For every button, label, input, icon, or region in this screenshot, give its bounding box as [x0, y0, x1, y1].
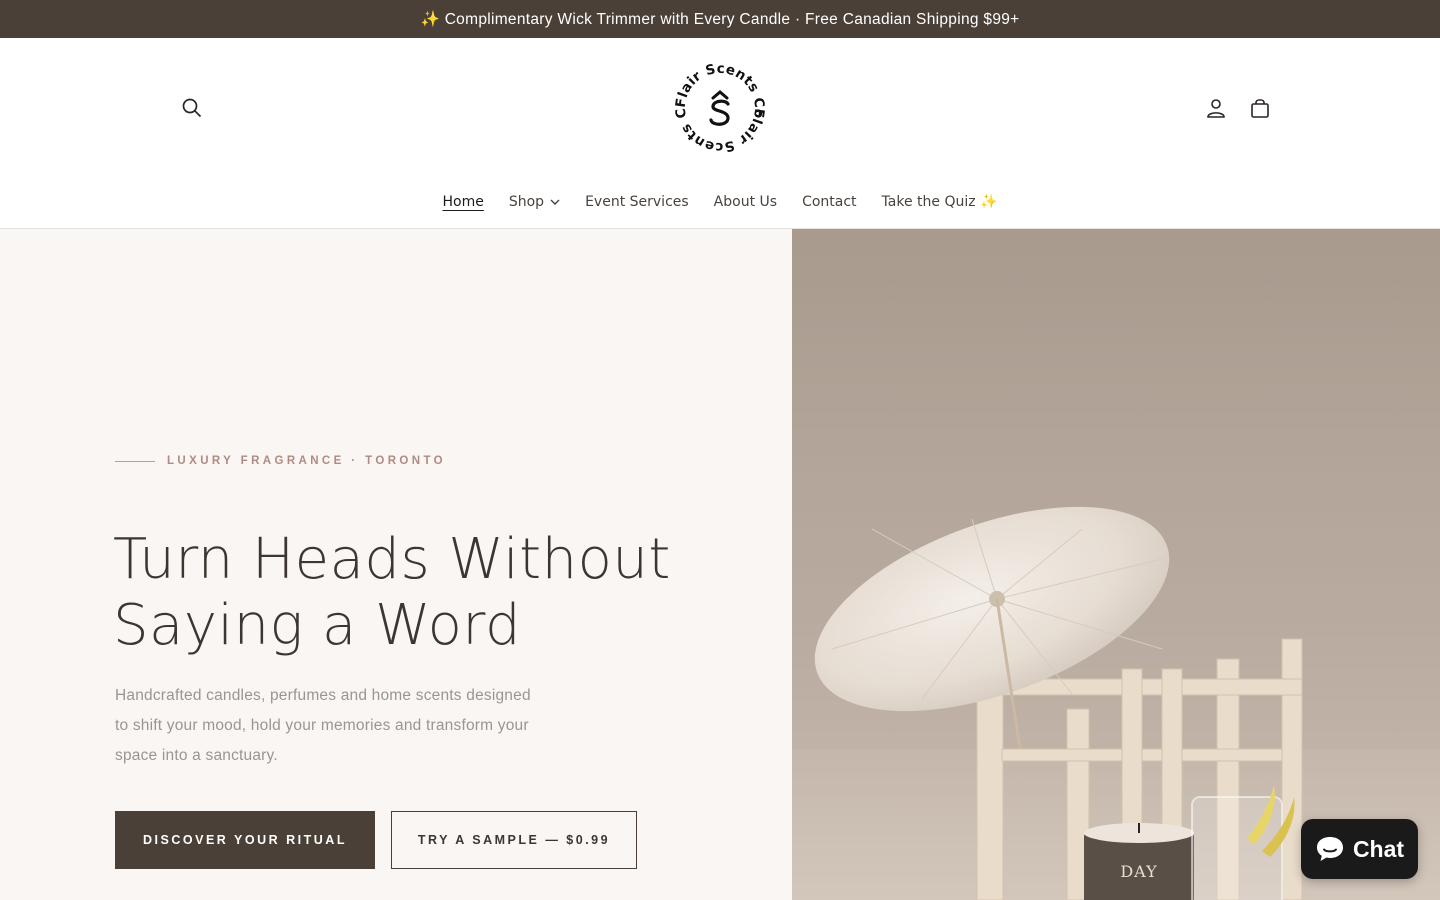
candle-label: DAY — [1120, 862, 1157, 881]
discover-ritual-button[interactable]: DISCOVER YOUR RITUAL — [115, 811, 375, 869]
try-sample-button[interactable]: TRY A SAMPLE — $0.99 — [391, 811, 637, 869]
nav-item-event-services[interactable]: Event Services — [573, 194, 702, 210]
hero-text-panel: LUXURY FRAGRANCE · TORONTO Turn Heads Wi… — [0, 229, 792, 900]
candle-jar: DAY — [1084, 823, 1194, 900]
nav-label-shop: Shop — [508, 194, 545, 210]
hero-image: DAY — [792, 229, 1440, 900]
nav-label-event-services: Event Services — [585, 194, 689, 210]
nav-label-about-us: About Us — [713, 194, 778, 210]
hero-photo-illustration: DAY — [792, 506, 1440, 900]
account-icon — [1207, 99, 1225, 118]
brand-logo[interactable]: Flair Scents Co Flair Scents Co — [665, 46, 770, 158]
nav-label-home: Home — [442, 194, 484, 210]
logo-emblem: Flair Scents Co Flair Scents Co — [665, 46, 767, 155]
cart-button[interactable] — [1242, 90, 1278, 126]
site-header: Flair Scents Co Flair Scents Co Home Sho… — [0, 38, 1440, 229]
hero-title-line-1: Turn Heads Without — [113, 527, 671, 592]
search-button[interactable] — [174, 90, 210, 126]
chat-label: Chat — [1352, 835, 1405, 862]
nav-item-contact[interactable]: Contact — [790, 194, 869, 210]
chat-bubble-icon — [1315, 835, 1345, 863]
hero-title-line-2: Saying a Word — [113, 593, 522, 658]
cart-icon — [1251, 99, 1269, 118]
nav-label-quiz: Take the Quiz ✨ — [881, 194, 998, 210]
hero-title: Turn Heads Without Saying a Word — [113, 527, 753, 659]
chevron-down-icon — [550, 199, 560, 206]
announcement-text: ✨ Complimentary Wick Trimmer with Every … — [420, 10, 1020, 28]
eyebrow-line — [115, 460, 155, 462]
hero-subtitle: Handcrafted candles, perfumes and home s… — [115, 687, 531, 764]
chat-button[interactable]: Chat — [1301, 819, 1418, 879]
nav-item-shop[interactable]: Shop — [496, 194, 572, 210]
announcement-bar: ✨ Complimentary Wick Trimmer with Every … — [0, 0, 1440, 38]
nav-item-quiz[interactable]: Take the Quiz ✨ — [869, 194, 1010, 210]
search-icon — [182, 98, 202, 118]
nav-item-home[interactable]: Home — [430, 194, 496, 210]
main-nav: Home Shop Event Services About Us Contac… — [0, 188, 1440, 216]
hero-eyebrow: LUXURY FRAGRANCE · TORONTO — [115, 455, 446, 467]
account-button[interactable] — [1198, 90, 1234, 126]
eyebrow-text: LUXURY FRAGRANCE · TORONTO — [167, 455, 447, 467]
nav-label-contact: Contact — [802, 194, 857, 210]
nav-item-about-us[interactable]: About Us — [701, 194, 789, 210]
